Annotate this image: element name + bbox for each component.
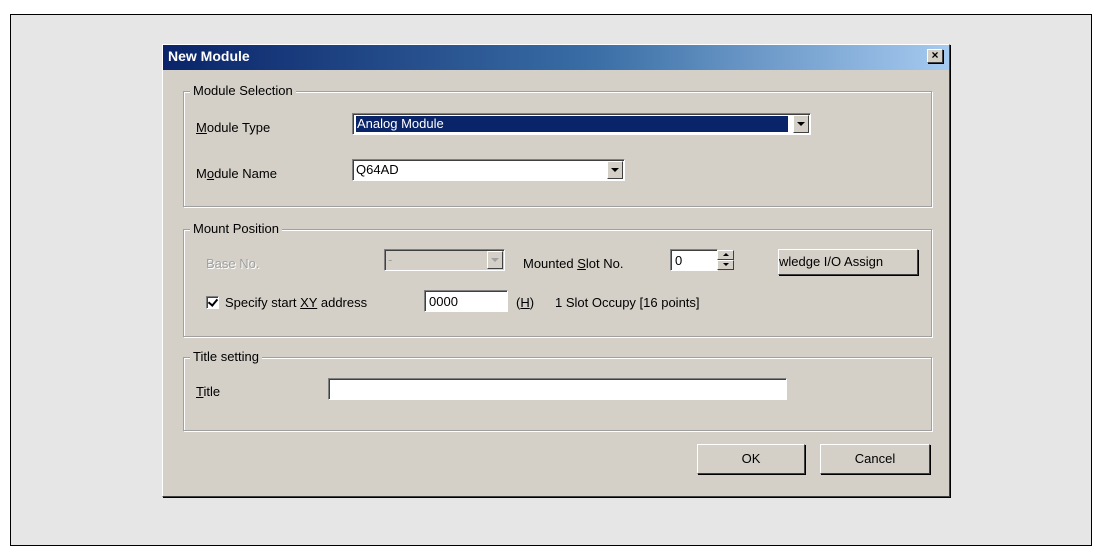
new-module-dialog: New Module × Module Selection Module Typ… <box>162 44 950 497</box>
title-setting-legend: Title setting <box>190 349 262 365</box>
title-label: Title <box>196 384 221 399</box>
module-type-dropdown-button[interactable] <box>793 115 809 133</box>
base-no-value: - <box>388 252 393 267</box>
module-type-value: Analog Module <box>356 116 788 132</box>
acknowledge-io-assign-button[interactable]: wledge I/O Assign <box>778 249 918 275</box>
module-selection-legend: Module Selection <box>190 83 296 99</box>
mounted-slot-label: Mounted Slot No. <box>523 256 624 271</box>
dialog-titlebar[interactable]: New Module × <box>163 45 949 70</box>
base-no-label: Base No. <box>206 256 260 271</box>
ok-button[interactable]: OK <box>697 444 805 474</box>
title-setting-group: Title setting Title <box>183 349 932 431</box>
spin-down-icon[interactable] <box>717 260 734 270</box>
specify-start-xy-label[interactable]: Specify start XY address <box>225 295 367 311</box>
module-name-dropdown-button[interactable] <box>607 161 623 179</box>
slot-no-input[interactable] <box>670 249 718 271</box>
slot-occupy-text: 1 Slot Occupy [16 points] <box>555 295 700 310</box>
dialog-title: New Module <box>168 48 250 64</box>
start-address-input[interactable] <box>424 290 508 312</box>
chevron-down-icon <box>611 168 619 172</box>
chevron-down-icon <box>491 258 499 262</box>
mount-position-group: Mount Position Base No. - Mounted Slot N… <box>183 221 932 337</box>
cancel-button[interactable]: Cancel <box>820 444 930 474</box>
module-name-dropdown[interactable]: Q64AD <box>352 159 625 181</box>
module-type-label: Module Type <box>196 120 271 135</box>
spin-up-icon[interactable] <box>717 250 734 260</box>
mount-position-legend: Mount Position <box>190 221 282 237</box>
module-name-label: Module Name <box>196 166 277 181</box>
title-input[interactable] <box>328 378 787 400</box>
module-selection-group: Module Selection Module Type Analog Modu… <box>183 83 932 207</box>
module-name-value: Q64AD <box>356 162 399 177</box>
base-no-dropdown[interactable]: - <box>384 249 505 271</box>
module-type-dropdown[interactable]: Analog Module <box>352 113 811 135</box>
slot-no-spinner[interactable] <box>717 250 734 270</box>
specify-start-xy-checkbox[interactable] <box>206 296 219 309</box>
chevron-down-icon <box>797 122 805 126</box>
hex-unit-label: (H) <box>516 295 535 310</box>
check-icon <box>207 296 219 307</box>
close-icon[interactable]: × <box>927 49 943 63</box>
base-no-dropdown-button[interactable] <box>487 251 503 269</box>
